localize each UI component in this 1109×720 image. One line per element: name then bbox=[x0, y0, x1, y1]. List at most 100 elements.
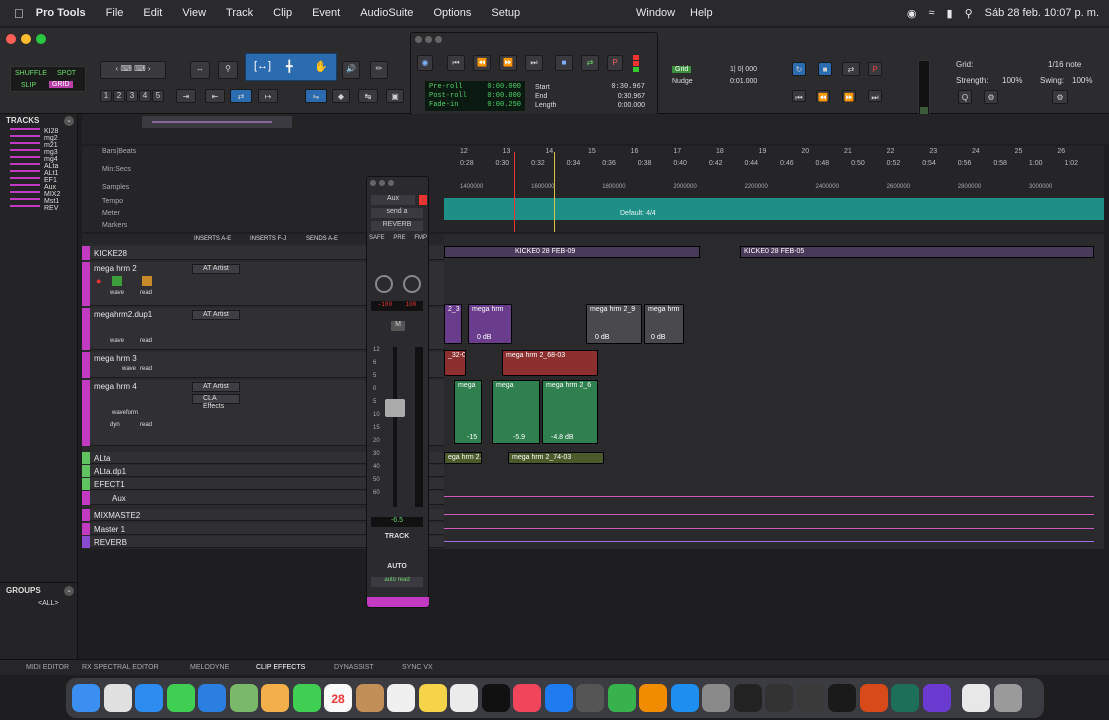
clip[interactable]: 2_3 bbox=[444, 304, 462, 344]
rewind-button-icon[interactable]: ⏪ bbox=[473, 55, 491, 71]
track-name[interactable]: ALta bbox=[94, 454, 110, 463]
online-icon[interactable]: ◉ bbox=[417, 55, 433, 71]
reverb-volume-line[interactable] bbox=[444, 541, 1094, 542]
io-selector[interactable]: Aux bbox=[371, 195, 415, 205]
minimize-window-button[interactable] bbox=[21, 34, 31, 44]
magnifier-tool-icon[interactable]: ⚲ bbox=[218, 61, 238, 79]
automation-selector[interactable]: read bbox=[140, 290, 152, 296]
status-icon[interactable]: ◉ bbox=[907, 7, 917, 20]
loop-playback-icon[interactable]: ↻ bbox=[792, 62, 806, 76]
postroll-label[interactable]: Post-roll bbox=[429, 92, 467, 101]
trim-tool-icon[interactable]: [↔] bbox=[254, 60, 271, 72]
nudge-left-icon[interactable]: ⇥ bbox=[176, 89, 196, 103]
pages-icon[interactable] bbox=[639, 684, 667, 712]
insert-slot-2[interactable]: CLA Effects bbox=[192, 394, 240, 410]
insert-slot[interactable]: AT Artist bbox=[192, 264, 240, 274]
postroll-value[interactable]: 0:00.000 bbox=[487, 92, 521, 101]
search-icon[interactable]: ⚲ bbox=[965, 7, 973, 20]
clip-gain[interactable]: -4.8 dB bbox=[551, 434, 574, 441]
clip[interactable]: mega hrm 2_74-03 bbox=[508, 452, 604, 464]
track-name[interactable]: REVERB bbox=[94, 538, 127, 547]
contacts-icon[interactable] bbox=[355, 684, 384, 712]
inserts-ae-header[interactable]: INSERTS A-E bbox=[194, 236, 231, 242]
tab-to-transient-icon[interactable]: ⇤ bbox=[205, 89, 225, 103]
slip-mode-button[interactable]: SLIP bbox=[21, 82, 36, 89]
app-store-icon[interactable] bbox=[670, 684, 699, 712]
menu-edit[interactable]: Edit bbox=[143, 7, 162, 19]
fast-forward-icon[interactable]: ⏩ bbox=[499, 55, 517, 71]
track-name[interactable]: mega hrm 4 bbox=[94, 382, 137, 391]
app-icon[interactable] bbox=[828, 684, 856, 712]
clip[interactable]: mega -15 bbox=[454, 380, 482, 444]
zoom-preset-5[interactable]: 5 bbox=[152, 90, 164, 102]
clip[interactable]: mega hrm 0 dB bbox=[644, 304, 684, 344]
forward-icon[interactable]: ⏩ bbox=[842, 90, 856, 102]
tab-midi-editor[interactable]: MIDI EDITOR bbox=[26, 664, 69, 671]
menu-window[interactable]: Window bbox=[636, 7, 675, 19]
grid-mode-button[interactable]: GRID bbox=[49, 81, 73, 88]
clip[interactable]: mega hrm 2_9 0 dB bbox=[586, 304, 642, 344]
view-selector[interactable]: waveform bbox=[112, 410, 138, 416]
photos-icon[interactable] bbox=[261, 684, 289, 712]
tab-rx-spectral-editor[interactable]: RX SPECTRAL EDITOR bbox=[82, 664, 159, 671]
tab-dynassist[interactable]: DYNASSIST bbox=[334, 664, 374, 671]
fadein-value[interactable]: 0:00.250 bbox=[487, 101, 521, 110]
downloads-icon[interactable] bbox=[962, 684, 990, 712]
send-selector[interactable]: send a bbox=[371, 208, 423, 218]
transport-stop-icon[interactable]: ■ bbox=[555, 55, 573, 71]
mixer-mute-icon[interactable]: M bbox=[391, 321, 405, 331]
track-name[interactable]: EFECT1 bbox=[94, 480, 125, 489]
groups-all-item[interactable]: <ALL> bbox=[38, 600, 59, 607]
record-mode-icon[interactable]: P bbox=[868, 62, 882, 76]
track-name[interactable]: mega hrm 2 bbox=[94, 264, 137, 273]
view-selector[interactable]: wave bbox=[110, 290, 124, 296]
insertion-follows-playback-icon[interactable]: ↦ bbox=[258, 89, 278, 103]
menu-options[interactable]: Options bbox=[433, 7, 471, 19]
quantize-icon[interactable]: Q bbox=[958, 90, 972, 104]
notes-icon[interactable] bbox=[418, 684, 447, 712]
pan-right-knob[interactable] bbox=[403, 275, 421, 293]
smart-tool[interactable]: [↔] ╋ ✋ bbox=[245, 53, 337, 81]
app-menu[interactable]: Pro Tools bbox=[36, 7, 86, 19]
clip[interactable]: mega hrm 2_6 -4.8 dB bbox=[542, 380, 598, 444]
ruler-meter-label[interactable]: Meter bbox=[102, 210, 120, 217]
ruler-markers-label[interactable]: Markers bbox=[102, 222, 127, 229]
clip[interactable]: mega -5.9 bbox=[492, 380, 540, 444]
clip[interactable]: mega hrm 0 dB bbox=[468, 304, 512, 344]
track-name[interactable]: KICKE28 bbox=[94, 249, 127, 258]
record-icon[interactable]: P bbox=[607, 55, 623, 71]
track-name[interactable]: MIXMASTE2 bbox=[94, 511, 140, 520]
transport-close-button[interactable] bbox=[415, 36, 422, 43]
view-selector[interactable]: wave bbox=[110, 338, 124, 344]
inserts-fj-header[interactable]: INSERTS F-J bbox=[250, 236, 286, 242]
trash-icon[interactable] bbox=[993, 684, 1022, 712]
pre-button[interactable]: PRE bbox=[393, 235, 405, 245]
record-enable-icon[interactable]: ● bbox=[96, 276, 101, 286]
bus-selector[interactable]: REVERB bbox=[371, 221, 423, 231]
calendar-icon[interactable]: 28 bbox=[324, 684, 352, 712]
clip-gain[interactable]: 0 dB bbox=[651, 334, 665, 341]
selector-tool-icon[interactable]: ╋ bbox=[286, 60, 293, 73]
menu-view[interactable]: View bbox=[182, 7, 206, 19]
wifi-icon[interactable]: ≈ bbox=[928, 7, 934, 19]
midi-merge-icon[interactable]: ↹ bbox=[358, 89, 378, 103]
go-to-end-icon[interactable]: ⏭ bbox=[525, 55, 543, 71]
nudge-label[interactable]: Nudge bbox=[672, 78, 693, 85]
tab-clip-effects[interactable]: CLIP EFFECTS bbox=[256, 664, 305, 671]
clip[interactable]: mega hrm 2_68-03 bbox=[502, 350, 598, 376]
master-volume-line[interactable] bbox=[444, 528, 1094, 529]
tab-melodyne[interactable]: MELODYNE bbox=[190, 664, 229, 671]
edit-cursor[interactable] bbox=[554, 152, 555, 232]
universe-view[interactable] bbox=[142, 116, 292, 128]
tempo-meter-bar[interactable]: Default: 4/4 bbox=[444, 198, 1104, 220]
track-name[interactable]: Master 1 bbox=[94, 525, 125, 534]
ruler-samples-label[interactable]: Samples bbox=[102, 184, 129, 191]
clip-gain[interactable]: 0 dB bbox=[595, 334, 609, 341]
zoom-preset-2[interactable]: 2 bbox=[113, 90, 125, 102]
shuffle-mode-button[interactable]: SHUFFLE bbox=[15, 70, 47, 77]
mixer-zoom-button[interactable] bbox=[388, 180, 394, 186]
menu-setup[interactable]: Setup bbox=[491, 7, 520, 19]
volume-fader[interactable] bbox=[385, 399, 405, 417]
zoom-window-button[interactable] bbox=[36, 34, 46, 44]
mail-icon[interactable] bbox=[198, 684, 226, 712]
